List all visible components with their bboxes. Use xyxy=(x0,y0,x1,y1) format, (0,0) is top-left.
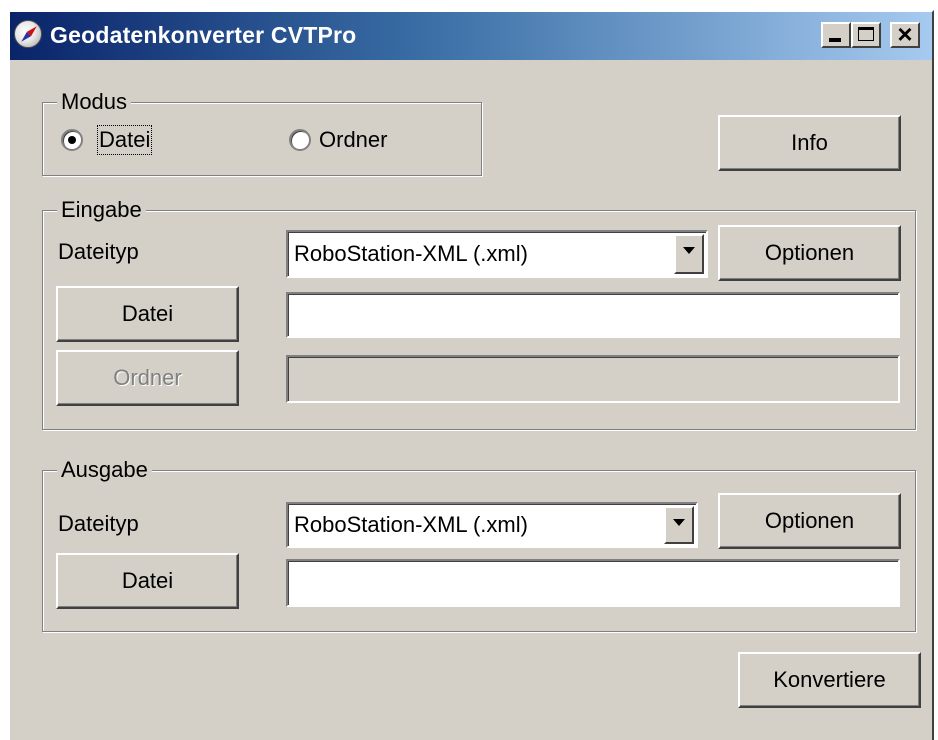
modus-group-label: Modus xyxy=(57,89,132,115)
app-window: Geodatenkonverter CVTPro × Modus Datei O… xyxy=(8,10,934,740)
ausgabe-dateityp-select[interactable]: RoboStation-XML (.xml) xyxy=(286,502,698,548)
ausgabe-dateityp-value: RoboStation-XML (.xml) xyxy=(294,512,528,537)
ausgabe-optionen-button[interactable]: Optionen xyxy=(718,493,901,549)
compass-needle-south xyxy=(19,31,32,44)
title-bar[interactable]: Geodatenkonverter CVTPro × xyxy=(10,12,932,60)
konvertiere-button[interactable]: Konvertiere xyxy=(738,652,921,708)
eingabe-dateityp-select[interactable]: RoboStation-XML (.xml) xyxy=(286,230,708,278)
radio-datei-label[interactable]: Datei xyxy=(96,125,153,155)
maximize-icon xyxy=(858,27,874,41)
radio-ordner-label[interactable]: Ordner xyxy=(319,127,387,153)
chevron-down-icon xyxy=(673,519,685,526)
ausgabe-datei-button[interactable]: Datei xyxy=(56,553,239,609)
eingabe-dateityp-label: Dateityp xyxy=(58,239,139,264)
close-button[interactable]: × xyxy=(890,19,920,49)
ausgabe-datei-input[interactable] xyxy=(286,559,900,607)
eingabe-ordner-input xyxy=(286,355,900,403)
ausgabe-dropdown-button[interactable] xyxy=(664,506,694,544)
eingabe-optionen-button[interactable]: Optionen xyxy=(718,225,901,281)
minimize-icon xyxy=(829,38,841,42)
chevron-down-icon xyxy=(683,247,695,254)
ausgabe-dateityp-label: Dateityp xyxy=(58,511,139,536)
radio-selected-dot xyxy=(68,136,76,144)
modus-group: Modus Datei Ordner xyxy=(42,89,482,176)
eingabe-datei-button[interactable]: Datei xyxy=(56,286,239,342)
minimize-button[interactable] xyxy=(821,22,851,48)
eingabe-group-label: Eingabe xyxy=(57,197,146,223)
compass-icon[interactable] xyxy=(14,20,42,48)
eingabe-datei-input[interactable] xyxy=(286,292,900,338)
window-title: Geodatenkonverter CVTPro xyxy=(50,22,357,48)
eingabe-dateityp-value: RoboStation-XML (.xml) xyxy=(294,241,528,266)
ausgabe-group-label: Ausgabe xyxy=(57,457,152,483)
eingabe-ordner-button: Ordner xyxy=(56,350,239,406)
maximize-button[interactable] xyxy=(851,22,881,48)
eingabe-dropdown-button[interactable] xyxy=(674,234,704,274)
close-icon: × xyxy=(897,19,913,49)
radio-datei[interactable] xyxy=(61,129,83,151)
info-button[interactable]: Info xyxy=(718,115,901,171)
radio-ordner[interactable] xyxy=(289,129,311,151)
